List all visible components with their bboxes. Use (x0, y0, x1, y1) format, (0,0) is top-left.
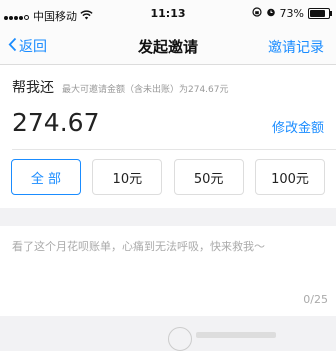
label-row: 帮我还 最大可邀请金额（含未出账）为274.67元 (12, 77, 229, 97)
message-input[interactable]: 看了这个月花呗账单，心痛到无法呼吸，快来救我～ 0/25 (0, 226, 336, 316)
back-button[interactable]: 返回 (8, 36, 47, 56)
message-placeholder: 看了这个月花呗账单，心痛到无法呼吸，快来救我～ (12, 240, 265, 253)
battery-icon (308, 8, 332, 19)
modify-amount-link[interactable]: 修改金额 (272, 117, 324, 136)
rotation-lock-icon (251, 7, 262, 20)
invite-label: 帮我还 (12, 80, 54, 96)
status-right: 73% (251, 7, 332, 20)
amount-options: 全 部 10元 50元 100元 (11, 159, 325, 195)
invite-amount-card: 帮我还 最大可邀请金额（含未出账）为274.67元 274.67 修改金额 全 … (0, 65, 336, 208)
back-label: 返回 (19, 39, 47, 55)
battery-percent: 73% (279, 7, 304, 20)
bottom-section-peek (0, 318, 336, 351)
chevron-left-icon (8, 37, 17, 55)
max-amount-hint: 最大可邀请金额（含未出账）为274.67元 (62, 85, 229, 95)
nav-bar: 返回 发起邀请 邀请记录 (0, 28, 336, 65)
character-counter: 0/25 (303, 293, 328, 306)
amount-option-100[interactable]: 100元 (254, 159, 325, 195)
amount-option-10[interactable]: 10元 (92, 159, 163, 195)
invite-records-link[interactable]: 邀请记录 (268, 37, 324, 57)
alarm-icon (266, 7, 276, 20)
amount-value: 274.67 (12, 108, 100, 137)
amount-option-all[interactable]: 全 部 (11, 159, 81, 195)
peek-text (196, 332, 276, 338)
amount-option-50[interactable]: 50元 (173, 159, 244, 195)
divider (12, 149, 336, 150)
peek-icon (168, 327, 192, 351)
status-bar: 中国移动 11:13 73% (0, 0, 336, 28)
